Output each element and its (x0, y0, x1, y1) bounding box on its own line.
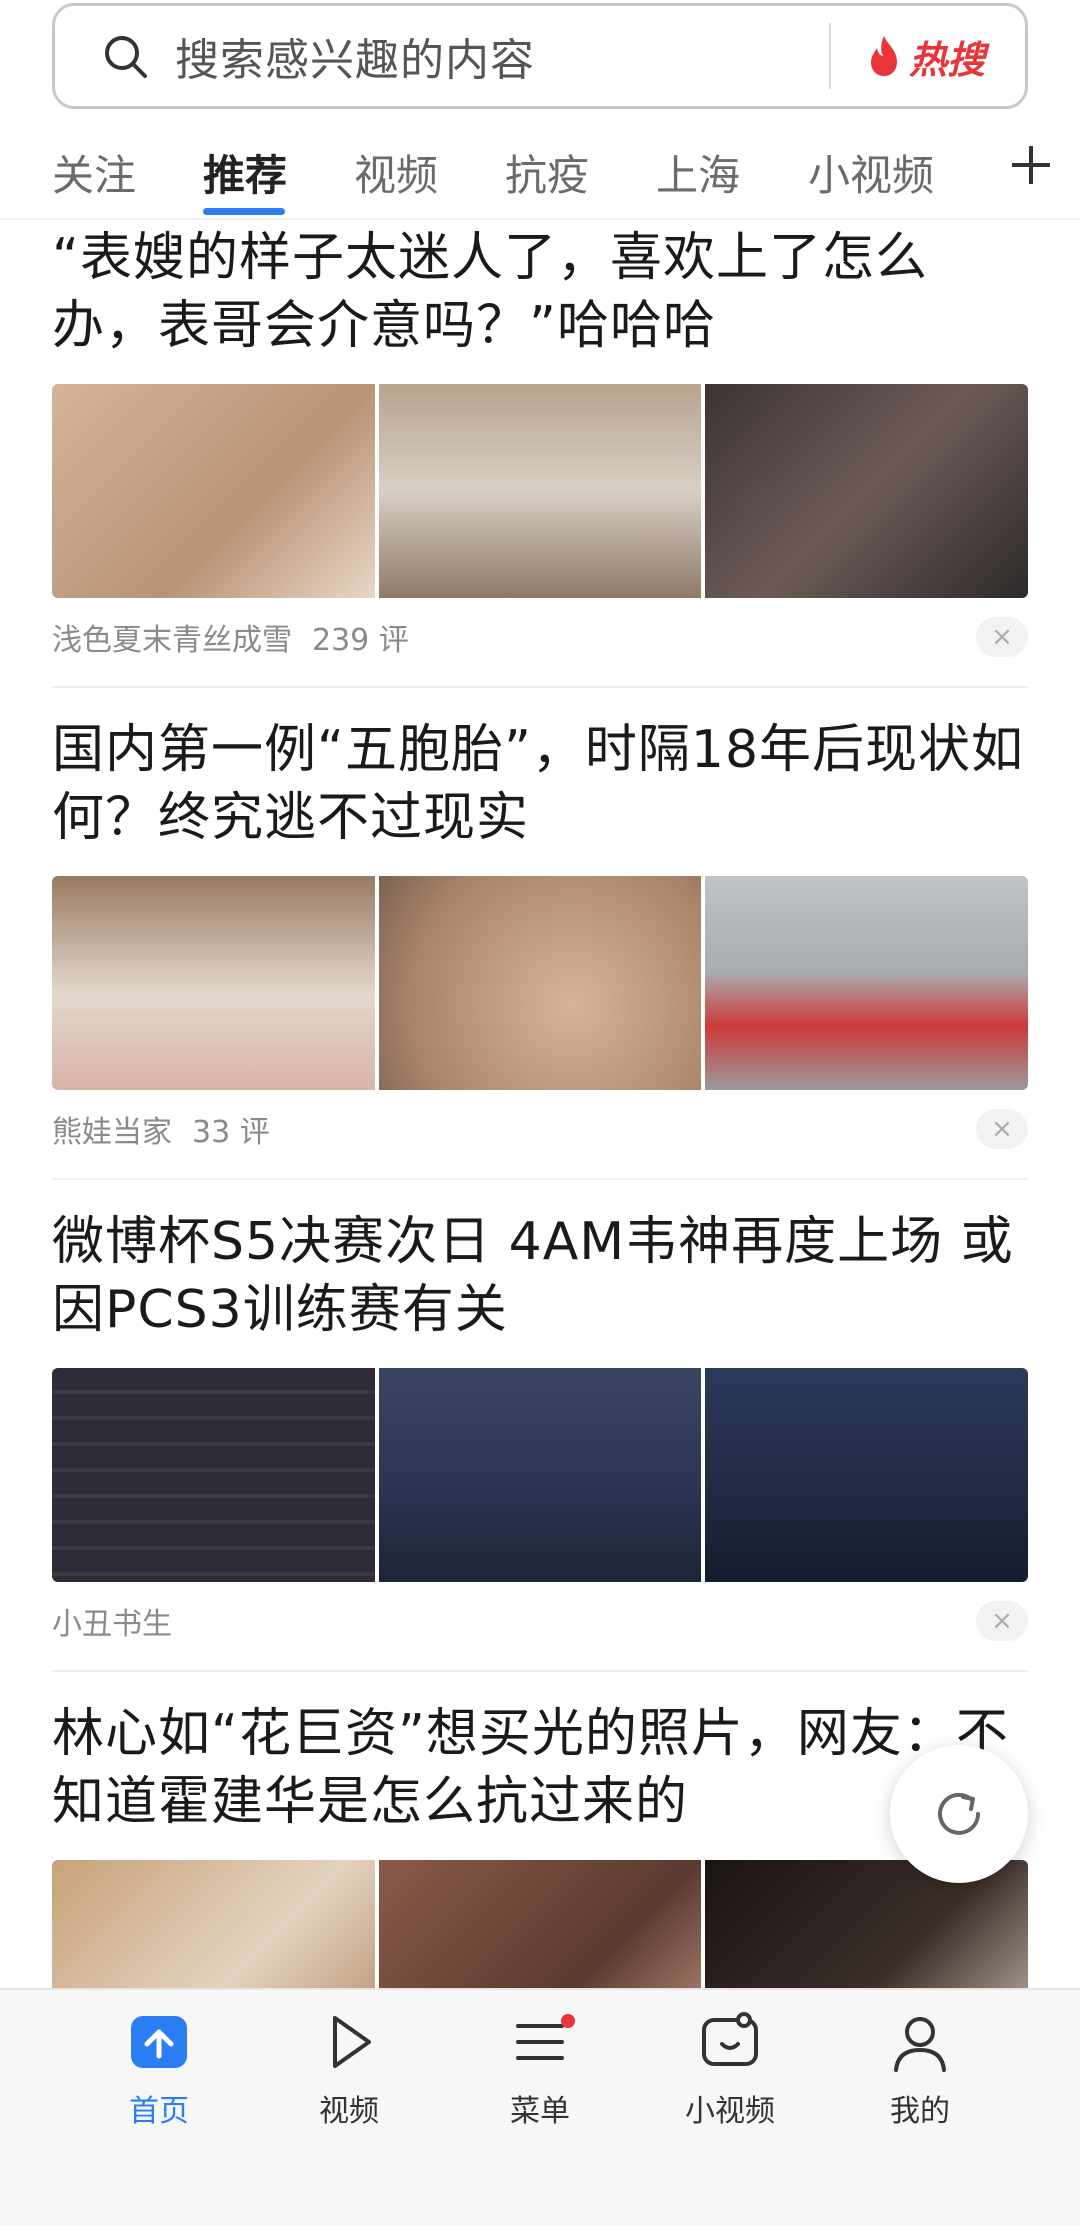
flame-icon (870, 36, 897, 76)
divider (52, 686, 1028, 688)
category-tabs: 关注 推荐 视频 抗疫 上海 小视频 (0, 120, 1080, 220)
article-images[interactable] (52, 384, 1028, 598)
dismiss-button[interactable]: × (976, 617, 1028, 657)
nav-video[interactable]: 视频 (274, 2010, 424, 2130)
nav-label: 视频 (319, 2094, 379, 2129)
article-images[interactable] (52, 876, 1028, 1090)
article-source[interactable]: 小丑书生 (52, 1599, 172, 1643)
profile-icon (894, 2017, 946, 2072)
article-meta: 熊娃当家 33 评 × (52, 1090, 1028, 1168)
nav-short-video[interactable]: 小视频 (655, 2010, 805, 2130)
tab-shanghai[interactable]: 上海 (656, 142, 740, 203)
play-icon (333, 2016, 371, 2068)
article-thumbnail[interactable] (705, 384, 1028, 598)
active-tab-indicator (203, 208, 285, 215)
article-source[interactable]: 熊娃当家 (52, 1107, 172, 1151)
article-card[interactable]: 微博杯S5决赛次日 4AM韦神再度上场 或因PCS3训练赛有关 小丑书生 × (52, 1208, 1028, 1672)
search-icon (101, 32, 149, 80)
article-card[interactable]: 国内第一例“五胞胎”，时隔18年后现状如何？终究逃不过现实 熊娃当家 33 评 … (52, 716, 1028, 1180)
article-thumbnail[interactable] (705, 876, 1028, 1090)
bottom-nav: 首页 视频 菜单 小视频 我的 (0, 1988, 1080, 2226)
refresh-button[interactable] (890, 1745, 1028, 1883)
news-feed: “表嫂的样子太迷人了，喜欢上了怎么办，表哥会介意吗？”哈哈哈 浅色夏末青丝成雪 … (52, 222, 1028, 2074)
tab-recommend[interactable]: 推荐 (203, 142, 287, 203)
divider (52, 1178, 1028, 1180)
search-bar[interactable]: 搜索感兴趣的内容 热搜 (52, 3, 1028, 109)
article-title[interactable]: 微博杯S5决赛次日 4AM韦神再度上场 或因PCS3训练赛有关 (52, 1208, 1028, 1344)
article-title[interactable]: 林心如“花巨资”想买光的照片，网友：不知道霍建华是怎么抗过来的 (52, 1700, 1028, 1836)
article-thumbnail[interactable] (52, 384, 375, 598)
search-placeholder[interactable]: 搜索感兴趣的内容 (175, 24, 829, 88)
tab-follow[interactable]: 关注 (52, 142, 136, 203)
nav-label: 首页 (129, 2094, 189, 2129)
tab-short-video[interactable]: 小视频 (808, 142, 934, 203)
nav-menu[interactable]: 菜单 (465, 2010, 615, 2130)
refresh-icon (938, 1792, 980, 1835)
nav-label: 我的 (890, 2094, 950, 2129)
article-thumbnail[interactable] (52, 876, 375, 1090)
article-source[interactable]: 浅色夏末青丝成雪 (52, 615, 292, 659)
article-title[interactable]: “表嫂的样子太迷人了，喜欢上了怎么办，表哥会介意吗？”哈哈哈 (52, 224, 1028, 360)
nav-label: 菜单 (510, 2094, 570, 2129)
article-thumbnail[interactable] (378, 1368, 702, 1582)
nav-profile[interactable]: 我的 (845, 2010, 995, 2130)
article-thumbnail[interactable] (378, 876, 702, 1090)
home-icon (131, 2016, 187, 2068)
article-thumbnail[interactable] (52, 1368, 375, 1582)
divider (52, 1670, 1028, 1672)
nav-home[interactable]: 首页 (84, 2010, 234, 2130)
hot-search-button[interactable]: 热搜 (867, 29, 985, 84)
article-images[interactable] (52, 1368, 1028, 1582)
hot-search-label: 热搜 (908, 37, 985, 82)
article-title[interactable]: 国内第一例“五胞胎”，时隔18年后现状如何？终究逃不过现实 (52, 716, 1028, 852)
tab-anti-epidemic[interactable]: 抗疫 (505, 142, 589, 203)
tab-video[interactable]: 视频 (354, 142, 438, 203)
comment-count: 239 评 (312, 623, 409, 658)
nav-label: 小视频 (685, 2094, 775, 2129)
article-card[interactable]: “表嫂的样子太迷人了，喜欢上了怎么办，表哥会介意吗？”哈哈哈 浅色夏末青丝成雪 … (52, 224, 1028, 688)
article-meta: 浅色夏末青丝成雪 239 评 × (52, 598, 1028, 676)
search-divider (828, 23, 831, 89)
article-meta: 小丑书生 × (52, 1582, 1028, 1660)
short-video-icon (702, 2012, 758, 2066)
plus-icon[interactable] (1006, 140, 1056, 190)
article-thumbnail[interactable] (705, 1368, 1028, 1582)
notification-badge (561, 2014, 575, 2028)
dismiss-button[interactable]: × (976, 1109, 1028, 1149)
comment-count: 33 评 (192, 1115, 270, 1150)
article-thumbnail[interactable] (378, 384, 702, 598)
dismiss-button[interactable]: × (976, 1601, 1028, 1641)
